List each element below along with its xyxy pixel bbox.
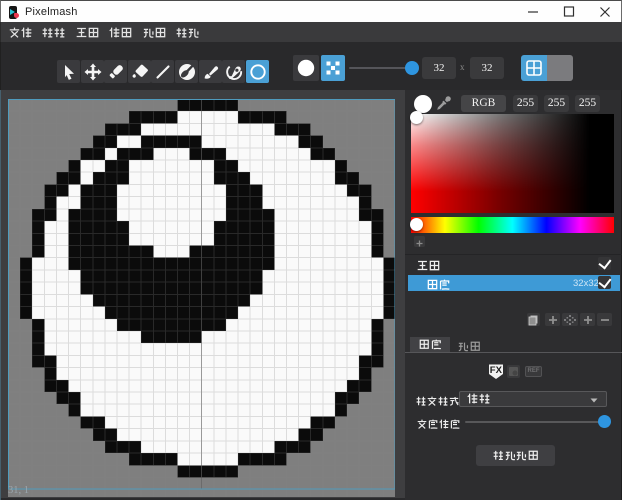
svg-text:FX: FX: [490, 365, 503, 376]
